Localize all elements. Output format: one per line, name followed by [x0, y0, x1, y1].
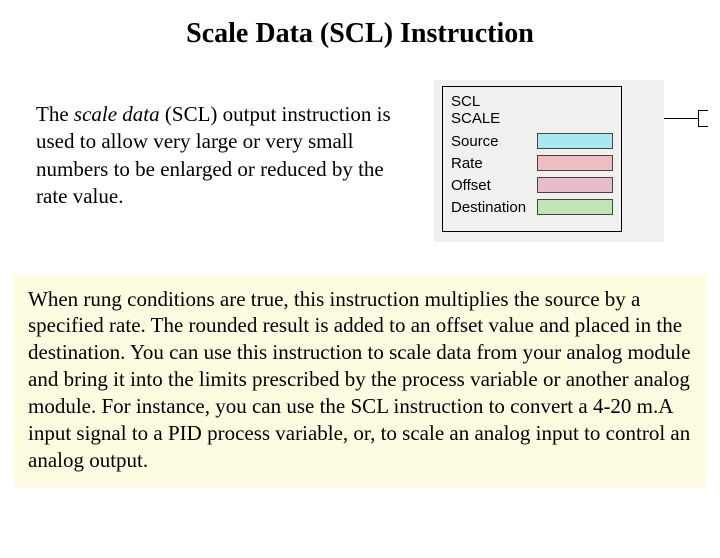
scl-name: SCALE [451, 110, 613, 127]
intro-prefix: The [36, 102, 74, 126]
scl-label-source: Source [451, 133, 499, 150]
scl-row-source: Source [451, 133, 613, 150]
offset-field-icon [537, 177, 613, 193]
scl-row-rate: Rate [451, 155, 613, 172]
ladder-rung-icon [664, 80, 710, 242]
scl-label-destination: Destination [451, 199, 526, 216]
page-title: Scale Data (SCL) Instruction [0, 18, 720, 50]
destination-field-icon [537, 199, 613, 215]
scl-box: SCL SCALE Source Rate Offset Destination [442, 86, 622, 232]
scl-mnemonic: SCL [451, 93, 613, 110]
intro-paragraph: The scale data (SCL) output instruction … [36, 101, 416, 210]
scl-label-rate: Rate [451, 155, 483, 172]
scl-row-destination: Destination [451, 199, 613, 216]
description-text: When rung conditions are true, this inst… [28, 287, 691, 472]
scl-diagram: SCL SCALE Source Rate Offset Destination [434, 80, 664, 242]
rate-field-icon [537, 155, 613, 171]
scl-label-offset: Offset [451, 177, 491, 194]
intro-italic: scale data [74, 102, 160, 126]
source-field-icon [537, 133, 613, 149]
upper-section: The scale data (SCL) output instruction … [0, 80, 720, 242]
description-box: When rung conditions are true, this inst… [14, 276, 706, 488]
scl-header: SCL SCALE [451, 93, 613, 128]
scl-row-offset: Offset [451, 177, 613, 194]
